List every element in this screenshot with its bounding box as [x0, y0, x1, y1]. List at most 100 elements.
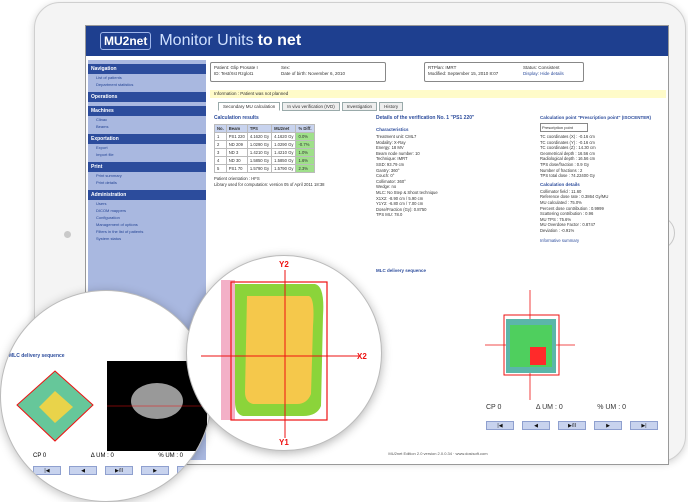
mag-left-body-outline: [131, 383, 183, 419]
playback-button[interactable]: ▶|: [630, 421, 658, 430]
sidebar-section-title: Navigation: [88, 64, 206, 74]
plan-display-link[interactable]: Display: Hide details: [523, 71, 564, 77]
camera: [64, 231, 71, 238]
sidebar-item[interactable]: Print details: [88, 179, 206, 186]
table-cell: 5: [214, 164, 227, 173]
sidebar-item[interactable]: System status: [88, 235, 206, 242]
playback-button[interactable]: ▶/II: [558, 421, 586, 430]
calcpoint-select[interactable]: Prescription point: [540, 123, 588, 132]
playback-button[interactable]: |◀: [486, 421, 514, 430]
playback-button[interactable]: ▶: [141, 466, 169, 475]
table-cell: ND 3: [225, 148, 248, 157]
table-row[interactable]: 5 PS1 70 1.5790 Gy 1.5790 Gy 2.3%: [214, 164, 315, 173]
delta-um: Δ UM : 0: [535, 404, 563, 411]
playback-button[interactable]: ◀: [522, 421, 550, 430]
table-cell: 1: [214, 132, 227, 141]
magnifier-center: Y2 Y1 X2: [186, 255, 382, 451]
mlc-counters: CP 0 Δ UM : 0 % UM : 0: [486, 404, 626, 411]
tab[interactable]: Investigation: [341, 102, 378, 111]
sidebar-item[interactable]: Export: [88, 144, 206, 151]
patient-box: Patient: Glip Prosate I ID: Test/Xst Rzg…: [210, 62, 386, 82]
mag-left-cp: CP 0: [33, 453, 47, 459]
table-cell: 1.5790 Gy: [246, 164, 273, 173]
sidebar-item[interactable]: Department statistics: [88, 81, 206, 88]
axis-label-x2: X2: [357, 352, 367, 361]
app-logo: MU2net: [100, 32, 152, 50]
table-cell: 1.0%: [295, 148, 315, 157]
mag-center-dose-core: [245, 296, 314, 404]
playback-button[interactable]: ▶|: [177, 466, 205, 475]
table-header: MU2net: [271, 124, 297, 133]
sidebar-item[interactable]: Users: [88, 200, 206, 207]
playback-button[interactable]: |◀: [33, 466, 61, 475]
mag-left-pum: % UM : 0: [158, 453, 183, 459]
details-panel: Details of the verification No. 1 "PS1 2…: [376, 115, 506, 218]
sidebar-item[interactable]: Management of options: [88, 221, 206, 228]
table-cell: -0.7%: [295, 140, 315, 149]
mag-left-playback-bar: |◀ ◀ ▶/II ▶ ▶|: [33, 466, 205, 475]
tab[interactable]: In vivo verification (IVD): [282, 102, 340, 111]
table-cell: 1.0290 Gy: [246, 140, 273, 149]
table-cell: 4.1620 Gy: [271, 132, 297, 141]
characteristics-list: Treatment unit: CML7 Modality: X-Ray Energ…: [376, 134, 506, 218]
info-banner: Information : Patient was not planned: [210, 90, 666, 98]
sidebar-item[interactable]: Import file: [88, 151, 206, 158]
table-cell: 1.5850 Gy: [271, 156, 297, 165]
sidebar-item[interactable]: Configuration: [88, 214, 206, 221]
plan-box: RTPlan: IMRT Modified: September 15, 201…: [424, 62, 584, 82]
results-panel: Calculation results No. Beam TPS MU2net% Di…: [214, 115, 364, 187]
results-table: No. Beam TPS MU2net% Diff. 1 PS1 220 4.1620 Gy…: [214, 124, 315, 173]
calcpoint-panel: Calculation point "Prescription point" (…: [540, 115, 664, 243]
sidebar-item[interactable]: DICOM mappers: [88, 207, 206, 214]
detail-line: Deviation : -0.91%: [540, 227, 575, 233]
mag-left-title: MLC delivery sequence: [9, 353, 65, 359]
tab[interactable]: Secondary MU calculation: [218, 102, 281, 111]
table-row[interactable]: 3 ND 3 1.4210 Gy 1.4210 Gy 1.0%: [214, 148, 315, 157]
table-header: % Diff.: [295, 124, 315, 133]
table-cell: 2: [214, 140, 227, 149]
tab[interactable]: History: [379, 102, 404, 111]
percent-um: % UM : 0: [597, 404, 626, 411]
sidebar-item[interactable]: Print summary: [88, 172, 206, 179]
mag-center-field: [201, 270, 359, 438]
table-cell: PS1 70: [225, 164, 248, 173]
table-header: No.: [214, 124, 227, 133]
table-cell: 4.1620 Gy: [246, 132, 273, 141]
playback-bar: |◀ ◀ ▶/II ▶ ▶|: [486, 421, 658, 430]
brand-text-2: to net: [257, 32, 302, 49]
sidebar-item[interactable]: Filters in the list of patients: [88, 228, 206, 235]
summary-link[interactable]: Informative summary: [540, 238, 664, 244]
table-row[interactable]: 1 PS1 220 4.1620 Gy 4.1620 Gy 0.0%: [214, 132, 315, 141]
mag-left-fields: [16, 361, 207, 451]
table-cell: 1.6%: [295, 156, 315, 165]
table-cell: 1.5790 Gy: [271, 164, 297, 173]
app-banner: MU2net Monitor Units to net: [86, 26, 668, 56]
table-row[interactable]: 4 ND 30 1.5850 Gy 1.5850 Gy 1.6%: [214, 156, 315, 165]
sidebar-item[interactable]: Clinac: [88, 116, 206, 123]
table-cell: 2.3%: [295, 164, 315, 173]
playback-button[interactable]: ▶: [594, 421, 622, 430]
mlc-field-view: [480, 285, 580, 405]
brand-text: Monitor Units: [159, 32, 254, 49]
sidebar-section-title: Exportation: [88, 134, 206, 144]
tab-bar: Secondary MU calculation In vivo verifica…: [218, 102, 404, 111]
table-cell: 3: [214, 148, 227, 157]
playback-button[interactable]: ◀: [69, 466, 97, 475]
table-cell: ND 30: [225, 156, 248, 165]
playback-button[interactable]: ▶/II: [105, 466, 133, 475]
calcpoint-list: TC coordinates (X) : -0.16 cm TC coordina…: [540, 134, 664, 179]
axis-label-y2: Y2: [279, 260, 289, 269]
sidebar-section-title: Operations: [88, 92, 206, 102]
library-version: Library used for computation: version 05…: [214, 181, 325, 187]
footer: MU2net Edition 2.0 version 2.0.0.34 · ww…: [388, 451, 488, 456]
characteristics-title: Characteristics: [376, 127, 409, 132]
table-cell: ND 209: [225, 140, 248, 149]
sidebar-item[interactable]: Beams: [88, 123, 206, 130]
calcpoint-title: Calculation point "Prescription point" (…: [540, 115, 652, 120]
dose-map-hot: [530, 347, 546, 365]
sidebar-section-title: Machines: [88, 106, 206, 116]
cp-counter: CP 0: [486, 404, 502, 411]
table-row[interactable]: 2 ND 209 1.0290 Gy 1.0290 Gy -0.7%: [214, 140, 315, 149]
sidebar-item[interactable]: List of patients: [88, 74, 206, 81]
table-cell: 4: [214, 156, 227, 165]
